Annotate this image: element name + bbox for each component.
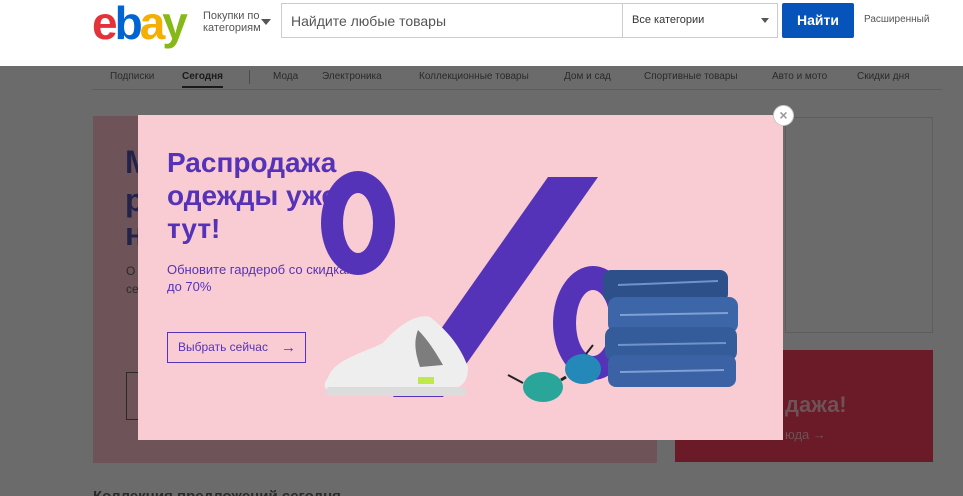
search-input[interactable] bbox=[282, 4, 622, 37]
close-modal-button[interactable]: × bbox=[773, 105, 794, 126]
category-select-value: Все категории bbox=[632, 14, 705, 26]
nav-item-sports[interactable]: Спортивные товары bbox=[644, 71, 738, 82]
nav-item-motors[interactable]: Авто и мото bbox=[772, 71, 827, 82]
shop-by-category-button[interactable]: Покупки по категориям bbox=[203, 10, 271, 34]
ebay-logo[interactable]: ebay bbox=[92, 0, 188, 46]
sunglasses-icon bbox=[507, 344, 601, 402]
section-title: Коллекция предложений сегодня bbox=[93, 488, 341, 496]
arrow-right-icon: → bbox=[281, 339, 296, 356]
nav-item-subscriptions[interactable]: Подписки bbox=[110, 71, 154, 82]
side-promo-title: дажа! bbox=[785, 392, 847, 417]
side-promo-link: юда → bbox=[785, 427, 826, 442]
nav-item-collectibles[interactable]: Коллекционные товары bbox=[419, 71, 529, 82]
nav-item-deals[interactable]: Скидки дня bbox=[857, 71, 910, 82]
category-select[interactable]: Все категории bbox=[622, 4, 777, 37]
search-button[interactable]: Найти bbox=[782, 3, 854, 38]
chevron-down-icon bbox=[761, 18, 769, 23]
jeans-icon bbox=[603, 270, 738, 387]
shop-now-label: Выбрать сейчас bbox=[178, 340, 268, 354]
shop-by-line2: категориям bbox=[203, 22, 261, 34]
hero-letter: се bbox=[126, 282, 139, 296]
nav-item-fashion[interactable]: Мода bbox=[273, 71, 298, 82]
promo-illustration bbox=[321, 171, 738, 402]
shop-now-button[interactable]: Выбрать сейчас → bbox=[167, 332, 306, 363]
nav-item-electronics[interactable]: Электроника bbox=[322, 71, 382, 82]
site-header: ebay Покупки по категориям Все категории… bbox=[0, 0, 963, 66]
promo-modal: Распродажа одежды уже тут! Обновите гард… bbox=[138, 115, 783, 440]
side-card bbox=[785, 117, 933, 333]
search-bar: Все категории bbox=[281, 3, 778, 38]
nav-item-today[interactable]: Сегодня bbox=[182, 71, 224, 88]
nav-divider bbox=[249, 70, 250, 84]
advanced-search-link[interactable]: Расширенный bbox=[864, 14, 929, 25]
hero-letter: О bbox=[126, 264, 136, 278]
category-nav: Подписки Сегодня Мода Электроника Коллек… bbox=[92, 66, 942, 90]
chevron-down-icon bbox=[261, 19, 271, 25]
shop-by-line1: Покупки по bbox=[203, 10, 260, 22]
nav-item-home-garden[interactable]: Дом и сад bbox=[564, 71, 611, 82]
